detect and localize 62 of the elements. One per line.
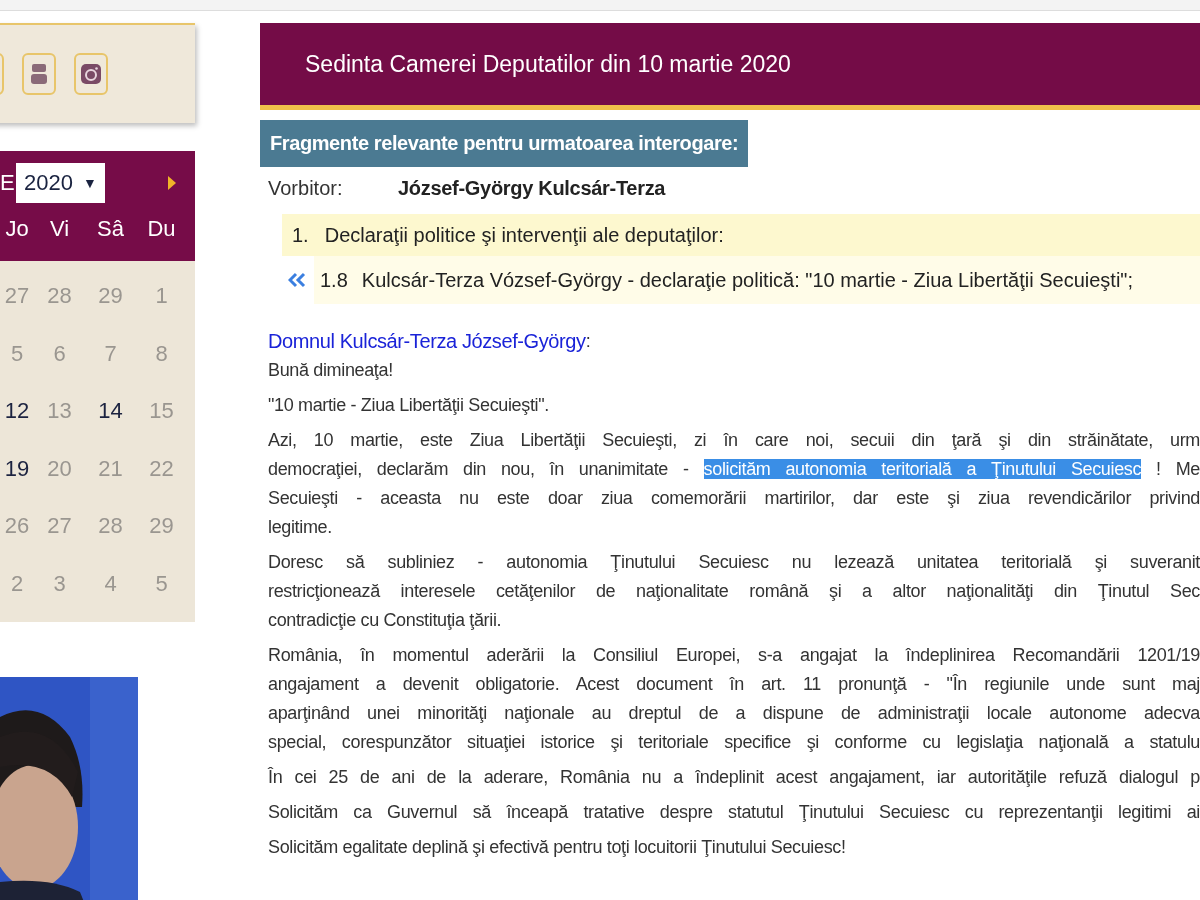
month-label: E xyxy=(0,170,16,196)
calendar-day: 27 xyxy=(0,267,34,325)
transcript-text: contradicţie cu Constituţia ţării. xyxy=(268,610,502,630)
transcript-text: ! Me xyxy=(1156,459,1200,479)
calendar-day: 6 xyxy=(34,324,85,382)
weekday-label: Vi xyxy=(48,215,71,243)
subitem-number: 1.8 xyxy=(320,268,348,292)
calendar-day: 27 xyxy=(34,497,85,555)
weekday-label: Sâ xyxy=(96,215,125,243)
page-title: Sedinta Camerei Deputatilor din 10 martie 2020 xyxy=(305,50,791,78)
calendar-day: 8 xyxy=(136,324,187,382)
agenda-number: 1. xyxy=(292,223,309,247)
colon-text: : xyxy=(585,330,591,351)
camera-icon[interactable] xyxy=(74,53,108,95)
speaker-name: József-György Kulcsár-Terza xyxy=(398,177,666,200)
transcript-text: "10 martie - Ziua Libertăţii Secuieşti". xyxy=(268,395,549,415)
next-month-icon[interactable] xyxy=(166,175,177,191)
transcript-text: În cei 25 de ani de la aderare, România nu a îndeplinit acest angajament, iar autorităţile refuză dialogul p xyxy=(268,767,1200,787)
transcript-text: democraţiei, declarăm din nou, în unanimitate - xyxy=(268,459,689,479)
calendar-day: 26 xyxy=(0,497,34,555)
double-chevron-icon[interactable] xyxy=(288,272,306,288)
calendar-day: 29 xyxy=(136,497,187,555)
transcript-text: Solicităm ca Guvernul să înceapă tratative despre statutul Ţinutului Secuiesc cu reprezentanţii legitimi ai xyxy=(268,802,1200,822)
calendar-day: 4 xyxy=(85,554,136,612)
transcript-text: restricţionează interesele cetăţenilor de naţionalitate română şi a altor naţionalităţi din Ţinutul Sec xyxy=(268,581,1200,601)
speaker-link[interactable]: Domnul Kulcsár-Terza József-György xyxy=(268,326,586,356)
calendar-day[interactable]: 19 xyxy=(0,439,34,497)
section-title: Fragmente relevante pentru urmatoarea interogare: xyxy=(260,120,749,167)
transcript-text: Secuieşti - aceasta nu este doar ziua comemorării martirilor, dar este şi ziua revendicărilor privind xyxy=(268,488,1200,508)
transcript-text: România, în momentul aderării la Consiliul Europei, s-a angajat la îndeplinirea Recomandării 1201/19 xyxy=(268,645,1200,665)
transcript-text: special, corespunzător situaţiei istorice şi teritoriale specifice şi conforme cu legislaţia naţională a statulu xyxy=(268,732,1200,752)
calendar-day[interactable]: 12 xyxy=(0,382,34,440)
transcript-text: legitime. xyxy=(268,517,332,537)
transcript-text: aparţinând unei minorităţi naţionale au dreptul de a dispune de administraţii locale autonome adecva xyxy=(268,703,1200,723)
calendar-day: 21 xyxy=(85,439,136,497)
calendar-day: 3 xyxy=(34,554,85,612)
speaker-label: Vorbitor: xyxy=(268,177,344,200)
calendar-day[interactable]: 14 xyxy=(85,382,136,440)
calendar-day: 7 xyxy=(85,324,136,382)
transcript-text: Solicităm egalitate deplină şi efectivă pentru toţi locuitorii Ţinutului Secuiesc! xyxy=(268,837,846,857)
calendar-day: 1 xyxy=(136,267,187,325)
year-select[interactable]: 2020 ▼ xyxy=(16,163,105,203)
transcript-text: Azi, 10 martie, este Ziua Libertăţii Secuieşti, zi în care noi, secuii din ţară şi din străinătate, urm xyxy=(268,430,1200,450)
agenda-subitem[interactable]: 1.8 Kulcsár-Terza Vózsef-György - declaraţie politică: "10 martie - Ziua Libertăţii Secuieşti"; xyxy=(314,256,1200,304)
calendar-day: 28 xyxy=(85,497,136,555)
weekday-label: Jo xyxy=(4,215,30,243)
transcript-text: Doresc să subliniez - autonomia Ţinutului Secuiesc nu lezează unitatea teritorială şi suveranit xyxy=(268,552,1200,572)
calendar-day: 2 xyxy=(0,554,34,612)
calendar-day: 15 xyxy=(136,382,187,440)
calendar-day: 20 xyxy=(34,439,85,497)
calendar-day: 29 xyxy=(85,267,136,325)
calendar-day: 28 xyxy=(34,267,85,325)
agenda-title: Declaraţii politice şi intervenţii ale deputaţilor: xyxy=(324,223,724,247)
calendar-day: 22 xyxy=(136,439,187,497)
subitem-title: Kulcsár-Terza Vózsef-György - declaraţie politică: "10 martie - Ziua Libertăţii Secuieşti"; xyxy=(361,268,1133,292)
calendar-day: 5 xyxy=(136,554,187,612)
calendar-day: 5 xyxy=(0,324,34,382)
selected-text: solicităm autonomia teritorială a Ţinutului Secuiesc xyxy=(703,459,1142,479)
transcript-text: Bună dimineaţa! xyxy=(268,360,393,380)
transcript-text: angajament a devenit obligatorie. Acest document în art. 11 pronunţă - "În regiunile unde sunt maj xyxy=(268,674,1200,694)
weekday-label: Du xyxy=(146,215,177,243)
calendar-day: 13 xyxy=(34,382,85,440)
